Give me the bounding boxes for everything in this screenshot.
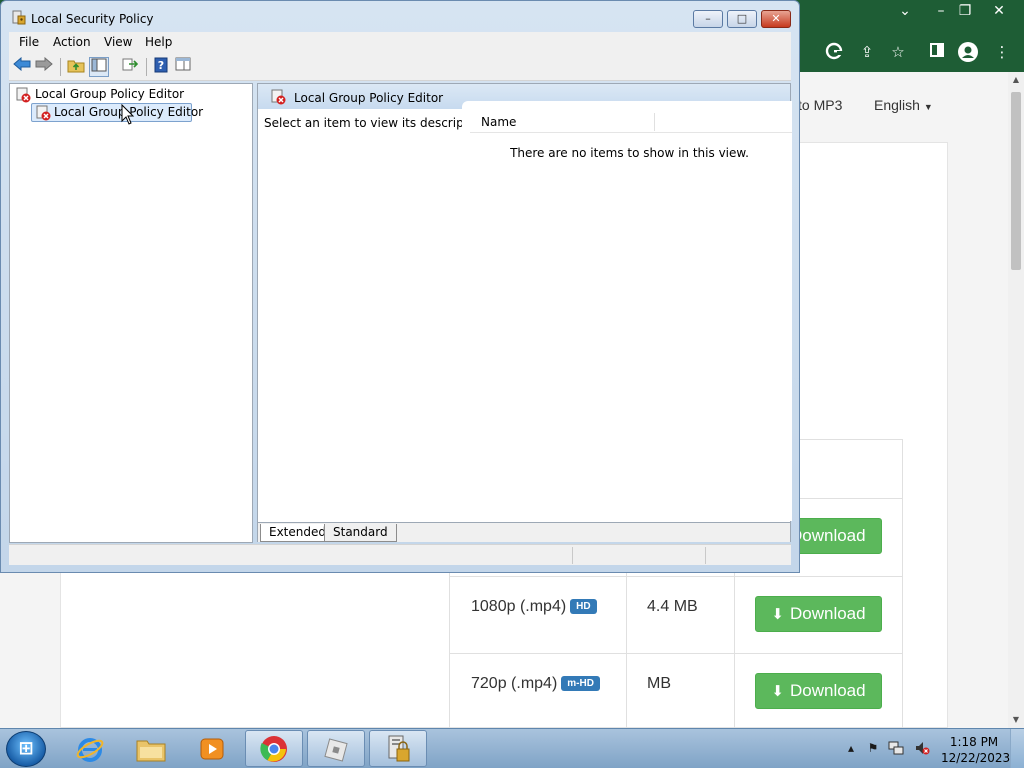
show-hidden-icons-icon[interactable]: ▴ (843, 740, 859, 756)
clock-date[interactable]: 12/22/2023 (941, 751, 1010, 765)
language-label: English (874, 97, 920, 113)
scroll-thumb[interactable] (1011, 92, 1021, 270)
download-arrow-icon: ⬇ (771, 683, 784, 700)
view-tabs: Extended Standard (258, 522, 790, 542)
chrome-icon[interactable] (245, 730, 303, 767)
download-button[interactable]: ⬇ Download (755, 596, 882, 632)
action-pane-icon[interactable] (173, 57, 193, 77)
scroll-down-arrow-icon[interactable]: ▼ (1008, 712, 1024, 728)
page-scrollbar[interactable]: ▲ ▼ (1008, 72, 1024, 728)
column-divider[interactable] (654, 113, 655, 131)
window-titlebar[interactable]: Local Security Policy – □ ✕ (1, 1, 799, 32)
browser-chevron-down-icon[interactable]: ⌄ (890, 2, 920, 22)
tree-root-item[interactable]: Local Group Policy Editor (35, 87, 184, 101)
back-arrow-icon[interactable] (12, 56, 32, 77)
download-button[interactable]: ⬇ Download (755, 673, 882, 709)
quality-text: 720p (.mp4) (471, 675, 558, 692)
profile-avatar-icon[interactable] (958, 42, 978, 62)
show-hide-tree-icon[interactable] (89, 57, 109, 77)
clock-time[interactable]: 1:18 PM (941, 735, 1007, 749)
column-divider (734, 654, 735, 731)
list-column-header: Name (470, 111, 792, 133)
file-size: MB (647, 675, 671, 692)
maximize-button[interactable]: □ (727, 10, 757, 28)
network-icon[interactable] (888, 740, 904, 756)
nav-link-mp3[interactable]: to MP3 (798, 97, 842, 113)
column-divider (626, 654, 627, 731)
forward-arrow-icon[interactable] (34, 56, 54, 77)
quality-badge: HD (570, 599, 597, 614)
download-button-label: Download (789, 681, 866, 700)
security-policy-icon[interactable] (369, 730, 427, 767)
browser-close-button[interactable]: ✕ (984, 2, 1014, 22)
start-button[interactable]: ⊞ (6, 731, 46, 767)
table-row: 1080p (.mp4) HD 4.4 MB ⬇ Download (450, 576, 902, 654)
menu-file[interactable]: File (19, 35, 39, 49)
help-icon[interactable]: ? (151, 57, 171, 77)
empty-list-message: There are no items to show in this view. (510, 146, 749, 160)
status-divider (572, 547, 573, 564)
volume-muted-icon[interactable] (914, 740, 930, 756)
close-button[interactable]: ✕ (761, 10, 791, 28)
details-header-label: Local Group Policy Editor (294, 91, 444, 105)
caret-down-icon: ▼ (923, 102, 933, 112)
status-divider (705, 547, 706, 564)
google-icon[interactable] (824, 42, 844, 62)
menu-action[interactable]: Action (53, 35, 91, 49)
svg-text:?: ? (158, 59, 164, 72)
menu-view[interactable]: View (104, 35, 132, 49)
column-divider (626, 577, 627, 654)
minimize-button[interactable]: – (693, 10, 723, 28)
tree-pane: Local Group Policy Editor Local Group Po… (9, 83, 253, 543)
quality-badge: m-HD (561, 676, 600, 691)
show-desktop-button[interactable] (1010, 729, 1024, 768)
menu-kebab-icon[interactable]: ⋮ (992, 42, 1012, 62)
internet-explorer-icon[interactable] (61, 730, 119, 767)
policy-editor-error-icon (36, 105, 51, 121)
menu-help[interactable]: Help (145, 35, 172, 49)
window-title: Local Security Policy (31, 12, 154, 26)
share-icon[interactable]: ⇪ (857, 42, 877, 62)
toolbar-separator (146, 58, 147, 76)
roblox-icon[interactable] (307, 730, 365, 767)
browser-restore-button[interactable]: ❐ (950, 2, 980, 22)
toolbar-separator (60, 58, 61, 76)
table-row: 720p (.mp4) m-HD MB ⬇ Download (450, 653, 902, 731)
details-pane: Local Group Policy Editor Select an item… (257, 83, 792, 542)
download-button-label: Download (789, 526, 866, 545)
download-arrow-icon: ⬇ (771, 606, 784, 623)
menu-bar: File Action View Help (9, 32, 791, 53)
export-list-icon[interactable] (120, 57, 140, 77)
status-bar (9, 544, 791, 565)
language-dropdown[interactable]: English ▼ (874, 97, 933, 113)
quality-label: 1080p (.mp4) HD (471, 598, 597, 616)
items-list[interactable]: Name There are no items to show in this … (462, 101, 792, 521)
media-player-icon[interactable] (183, 730, 241, 767)
scroll-up-arrow-icon[interactable]: ▲ (1008, 72, 1024, 88)
action-center-flag-icon[interactable]: ⚑ (865, 740, 881, 756)
taskbar: ⊞ ▴ ⚑ 1:18 PM 12/22/2023 (0, 728, 1024, 768)
column-name-header[interactable]: Name (481, 115, 516, 129)
local-security-policy-window: Local Security Policy – □ ✕ File Action … (0, 0, 800, 573)
bookmark-star-icon[interactable]: ☆ (888, 42, 908, 62)
column-divider (734, 577, 735, 654)
sidebar-icon[interactable] (927, 42, 947, 62)
policy-editor-error-icon (271, 89, 286, 105)
tab-standard[interactable]: Standard (324, 524, 397, 542)
quality-label: 720p (.mp4) m-HD (471, 675, 600, 693)
up-folder-icon[interactable] (66, 57, 86, 77)
file-size: 4.4 MB (647, 598, 698, 615)
policy-editor-error-icon (16, 87, 31, 103)
mouse-cursor-icon (121, 104, 135, 125)
download-button-label: Download (789, 604, 866, 623)
security-policy-icon (12, 10, 26, 25)
file-explorer-icon[interactable] (122, 730, 180, 767)
quality-text: 1080p (.mp4) (471, 598, 567, 615)
description-text: Select an item to view its description. (264, 116, 491, 130)
toolbar: ? (9, 53, 791, 81)
